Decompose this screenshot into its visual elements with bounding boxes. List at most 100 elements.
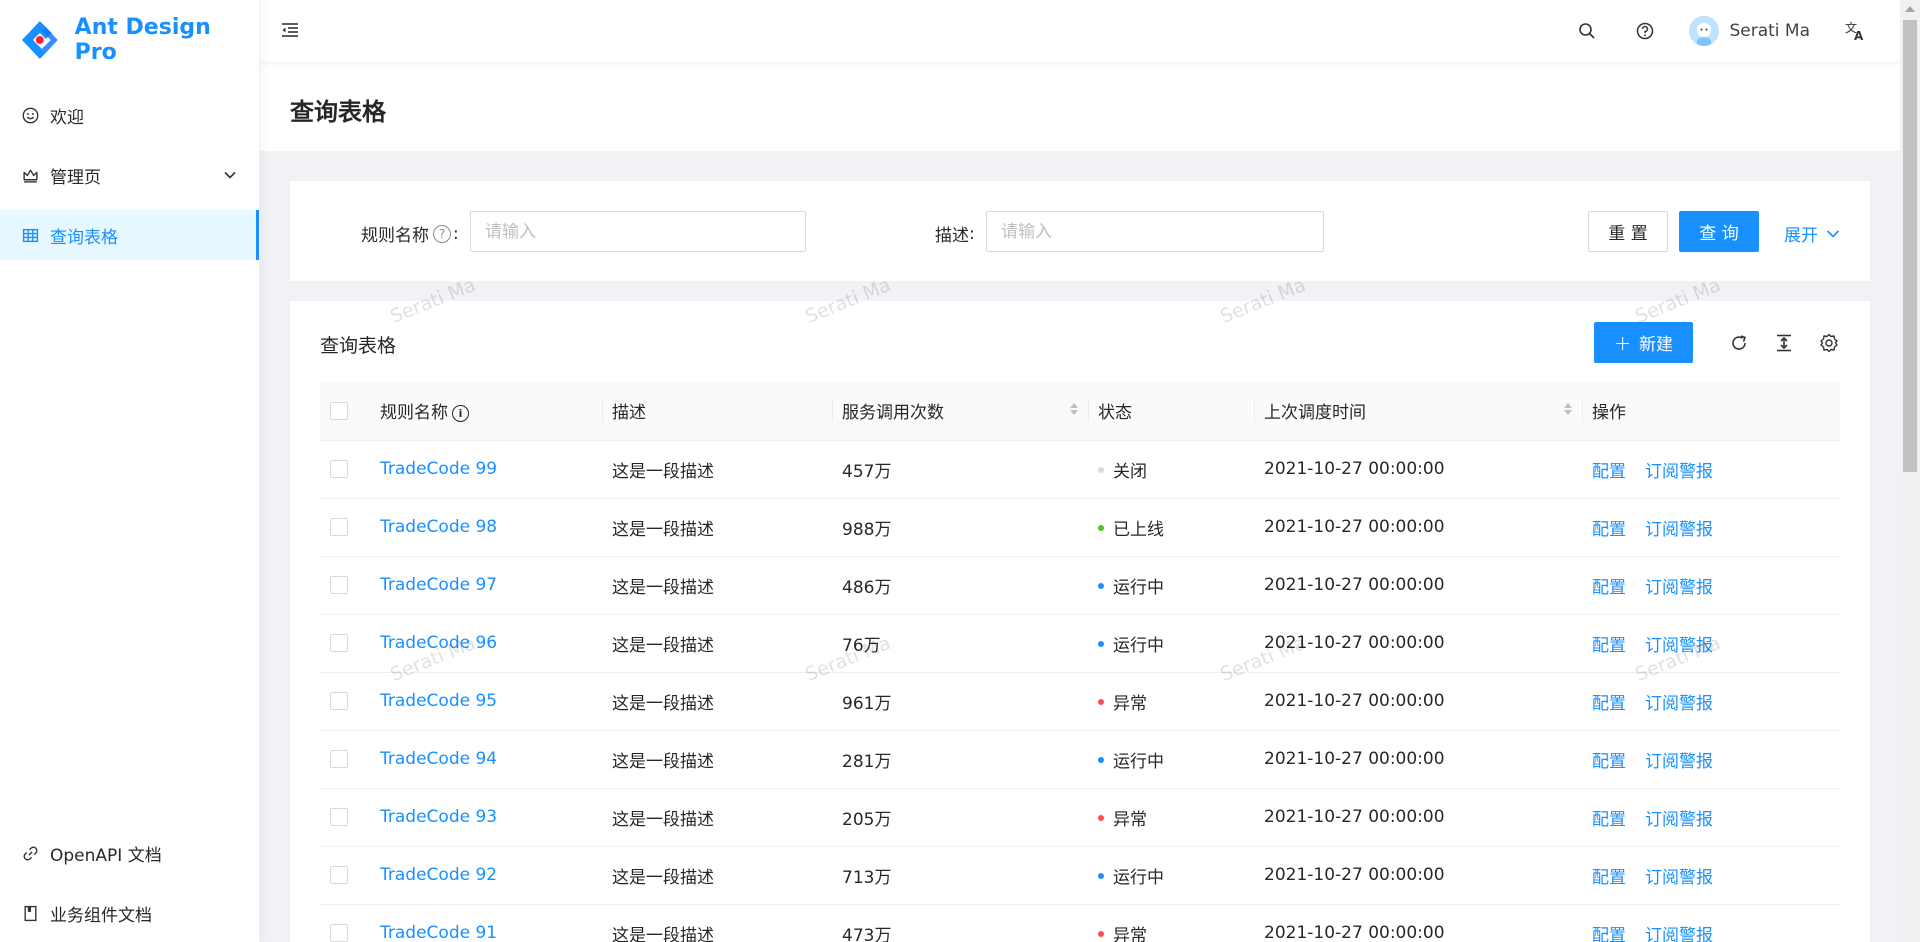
sidebar-item-component-docs[interactable]: 业务组件文档 [0,888,259,938]
question-circle-icon[interactable]: ? [433,224,451,243]
rule-name-link[interactable]: TradeCode 92 [380,865,497,885]
status-text: 运行中 [1113,751,1164,772]
calls-cell: 76万 [832,614,1088,673]
search-icon[interactable] [1573,17,1601,45]
subscribe-alert-link[interactable]: 订阅警报 [1645,520,1713,540]
rule-name-link[interactable]: TradeCode 99 [380,459,497,479]
column-title: 服务调用次数 [842,403,944,424]
rule-name-link[interactable]: TradeCode 94 [380,749,497,769]
sort-icon[interactable] [1070,403,1078,415]
new-button[interactable]: + 新建 [1594,322,1693,363]
desc-cell: 这是一段描述 [602,556,832,615]
menu-fold-icon[interactable] [280,20,302,42]
row-checkbox[interactable] [330,518,348,536]
row-checkbox[interactable] [330,692,348,710]
row-checkbox[interactable] [330,866,348,884]
reload-icon[interactable] [1728,332,1750,354]
status-cell: 运行中 [1088,614,1254,673]
sidebar-item-welcome[interactable]: 欢迎 [0,90,259,140]
status-cell: 运行中 [1088,846,1254,905]
rule-name-link[interactable]: TradeCode 96 [380,633,497,653]
column-header-last-time[interactable]: 上次调度时间 [1254,382,1582,441]
table-title: 查询表格 [320,335,397,357]
rule-name-link[interactable]: TradeCode 91 [380,923,497,942]
sidebar-item-openapi-docs[interactable]: OpenAPI 文档 [0,828,259,878]
last-time-cell: 2021-10-27 00:00:00 [1254,788,1582,847]
setting-icon[interactable] [1818,332,1840,354]
calls-cell: 205万 [832,788,1088,847]
subscribe-alert-link[interactable]: 订阅警报 [1645,752,1713,772]
column-header-desc: 描述 [602,382,832,441]
expand-label: 展开 [1784,226,1818,246]
last-time-cell: 2021-10-27 00:00:00 [1254,672,1582,731]
rule-name-link[interactable]: TradeCode 93 [380,807,497,827]
row-checkbox[interactable] [330,634,348,652]
row-checkbox[interactable] [330,924,348,942]
column-height-icon[interactable] [1773,332,1795,354]
subscribe-alert-link[interactable]: 订阅警报 [1645,636,1713,656]
sidebar-item-query-table[interactable]: 查询表格 [0,210,259,260]
book-icon [20,903,40,923]
config-link[interactable]: 配置 [1592,462,1626,482]
row-select-cell [320,498,370,557]
rule-name-link[interactable]: TradeCode 95 [380,691,497,711]
subscribe-alert-link[interactable]: 订阅警报 [1645,810,1713,830]
subscribe-alert-link[interactable]: 订阅警报 [1645,926,1713,942]
rule-name-link[interactable]: TradeCode 97 [380,575,497,595]
desc-cell: 这是一段描述 [602,672,832,731]
desc-input[interactable] [986,211,1324,252]
page-scrollbar[interactable] [1900,0,1920,942]
calls-cell: 486万 [832,556,1088,615]
avatar [1689,16,1720,46]
user-menu[interactable]: Serati Ma [1689,16,1810,46]
row-checkbox[interactable] [330,576,348,594]
last-time-cell: 2021-10-27 00:00:00 [1254,904,1582,942]
config-link[interactable]: 配置 [1592,520,1626,540]
expand-toggle[interactable]: 展开 [1784,221,1840,246]
status-cell: 已上线 [1088,498,1254,557]
config-link[interactable]: 配置 [1592,636,1626,656]
question-circle-icon[interactable] [1631,17,1659,45]
rule-name-cell: TradeCode 93 [370,788,602,847]
scroll-up-arrow-icon[interactable] [1905,6,1915,12]
config-link[interactable]: 配置 [1592,868,1626,888]
subscribe-alert-link[interactable]: 订阅警报 [1645,462,1713,482]
subscribe-alert-link[interactable]: 订阅警报 [1645,578,1713,598]
sort-icon[interactable] [1564,403,1572,415]
last-time-cell: 2021-10-27 00:00:00 [1254,556,1582,615]
column-header-rule-name: 规则名称 i [370,382,602,441]
user-name: Serati Ma [1729,21,1810,41]
row-checkbox[interactable] [330,750,348,768]
translation-icon[interactable]: 文A [1840,16,1870,46]
row-checkbox[interactable] [330,808,348,826]
calls-cell: 457万 [832,440,1088,499]
table-row: TradeCode 98 这是一段描述 988万 已上线 2021-10-27 00:0… [320,498,1840,557]
reset-button[interactable]: 重 置 [1588,211,1668,252]
subscribe-alert-link[interactable]: 订阅警报 [1645,694,1713,714]
last-time-cell: 2021-10-27 00:00:00 [1254,846,1582,905]
sidebar-item-admin[interactable]: 管理页 [0,150,259,200]
select-all-checkbox[interactable] [330,401,348,420]
query-button[interactable]: 查 询 [1679,211,1759,252]
status-dot [1098,466,1104,473]
sidebar-item-label: 业务组件文档 [50,905,152,926]
row-select-cell [320,556,370,615]
column-header-calls[interactable]: 服务调用次数 [832,382,1088,441]
desc-cell: 这是一段描述 [602,614,832,673]
config-link[interactable]: 配置 [1592,926,1626,942]
config-link[interactable]: 配置 [1592,752,1626,772]
subscribe-alert-link[interactable]: 订阅警报 [1645,868,1713,888]
sidebar-item-label: 管理页 [50,167,101,188]
row-checkbox[interactable] [330,460,348,478]
sidebar-item-label: OpenAPI 文档 [50,845,162,866]
rule-name-link[interactable]: TradeCode 98 [380,517,497,537]
config-link[interactable]: 配置 [1592,578,1626,598]
rule-name-input[interactable] [470,211,806,252]
config-link[interactable]: 配置 [1592,694,1626,714]
scrollbar-thumb[interactable] [1903,20,1917,472]
logo[interactable]: Ant Design Pro [0,0,259,80]
info-circle-icon[interactable]: i [452,404,469,422]
config-link[interactable]: 配置 [1592,810,1626,830]
row-select-cell [320,440,370,499]
column-title: 规则名称 [380,403,448,424]
